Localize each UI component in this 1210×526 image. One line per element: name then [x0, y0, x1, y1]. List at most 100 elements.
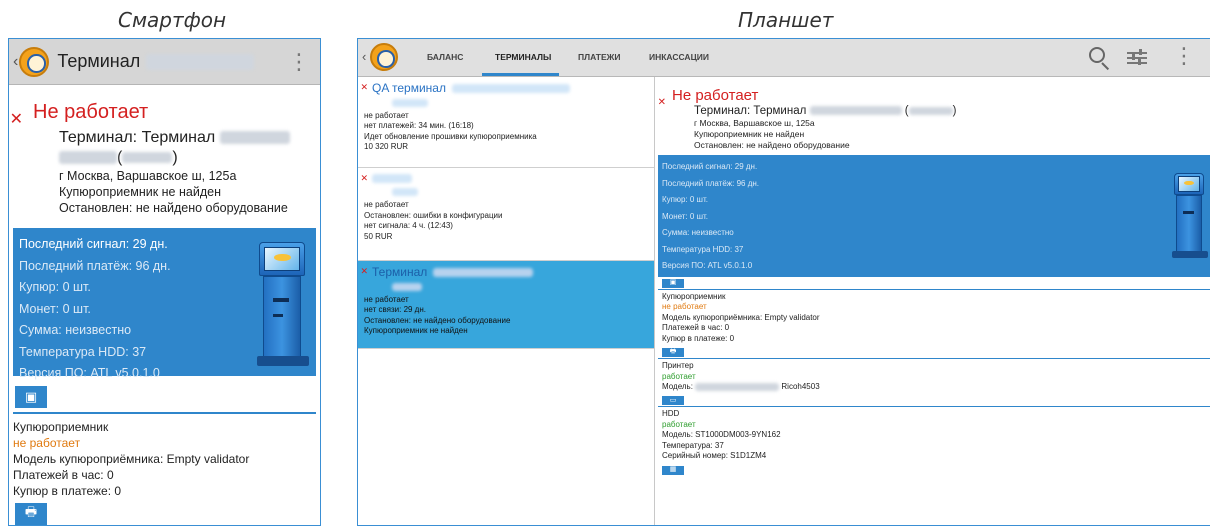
phone-header-title: Терминал	[57, 51, 141, 71]
list-item-line: нет платежей: 34 мин. (16:18)	[364, 121, 474, 130]
validator-per-hour: Платежей в час: 0	[662, 323, 730, 333]
stat-last-payment: Последний платёж: 96 дн.	[662, 178, 759, 188]
redacted-text	[122, 152, 173, 164]
terminal-label: Терминал: Терминал	[59, 129, 216, 146]
search-icon[interactable]	[1089, 47, 1111, 71]
redacted-text	[372, 174, 412, 183]
cash-validator-icon[interactable]: ▣	[662, 278, 684, 288]
redacted-text	[451, 83, 570, 93]
printer-icon[interactable]: 🖶	[15, 503, 47, 525]
stat-bills: Купюр: 0 шт.	[662, 195, 708, 204]
stop-reason: Остановлен: не найдено оборудование	[59, 201, 288, 215]
tab-balance[interactable]: БАЛАНС	[427, 52, 463, 62]
list-item-selected[interactable]: ✕ Терминал не работает нет связи: 29 дн.…	[358, 261, 654, 349]
tab-collections[interactable]: ИНКАССАЦИИ	[649, 52, 709, 62]
phone-status: ✕ Не работает	[9, 101, 149, 128]
address: г Москва, Варшавское ш, 125а	[59, 169, 237, 183]
detail-info: Терминал: Терминал () г Москва, Варшавск…	[658, 104, 1210, 151]
tablet-screen: ‹ БАЛАНС ТЕРМИНАЛЫ ПЛАТЕЖИ ИНКАССАЦИИ ⋮ …	[357, 38, 1210, 526]
hdd-name: HDD	[662, 409, 680, 419]
printer-model-label: Модель:	[662, 382, 693, 391]
back-chevron-icon[interactable]: ‹	[362, 49, 366, 64]
validator-per-hour: Платежей в час: 0	[13, 468, 114, 482]
filter-sliders-icon[interactable]	[1127, 48, 1147, 68]
redacted-text	[392, 98, 428, 107]
redacted-text	[392, 188, 418, 196]
printer-icon[interactable]: 🖶	[662, 348, 684, 357]
phone-caption: Смартфон	[118, 8, 227, 32]
redacted-text	[219, 131, 290, 145]
validator-per-payment: Купюр в платеже: 0	[662, 333, 735, 343]
validator-state-badge: не работает	[662, 302, 707, 312]
list-item-line: Купюроприемник не найден	[364, 326, 468, 335]
paren-close: )	[952, 105, 957, 117]
phone-details: Терминал: Терминал () г Москва, Варшавск…	[9, 124, 320, 216]
stat-version: Версия ПО: ATL v5.0.1.0	[662, 261, 753, 270]
list-item-line: Остановлен: не найдено оборудование	[364, 315, 511, 325]
printer-name: Принтер	[662, 361, 694, 370]
stats-panel: Последний сигнал: 29 дн. Последний платё…	[658, 155, 1210, 277]
list-item-title: QA терминал	[372, 81, 446, 95]
redacted-text	[908, 106, 953, 115]
list-item-line: Идет обновление прошивки купюроприемника	[364, 131, 537, 141]
list-item-line: 50 RUR	[364, 231, 393, 241]
paren-close: )	[172, 149, 178, 166]
back-chevron-icon[interactable]: ‹	[13, 53, 18, 71]
printer-module-row: 🖶	[9, 499, 320, 525]
redacted-text	[695, 382, 780, 391]
app-logo-icon[interactable]	[370, 43, 398, 71]
tab-terminals[interactable]: ТЕРМИНАЛЫ	[495, 52, 551, 62]
hdd-model: Модель: ST1000DM003-9YN162	[662, 430, 781, 440]
stat-hdd-temp: Температура HDD: 37	[662, 244, 744, 254]
validator-module: ▣ Купюроприемник не работает Модель купю…	[658, 277, 1210, 346]
stat-sum: Сумма: неизвестно	[662, 228, 734, 237]
printer-module: 🖶 Принтер работает Модель: Ricoh4503	[658, 346, 1210, 394]
hdd-icon[interactable]: ▭	[662, 396, 684, 406]
validator-model: Модель купюроприёмника: Empty validator	[662, 312, 820, 322]
list-item-title: Терминал	[372, 265, 428, 279]
stats-panel: Последний сигнал: 29 дн. Последний платё…	[13, 228, 316, 380]
tab-payments[interactable]: ПЛАТЕЖИ	[578, 52, 620, 62]
validator-model: Модель купюроприёмника: Empty validator	[13, 452, 250, 466]
validator-name: Купюроприемник	[662, 291, 726, 301]
overflow-menu-icon[interactable]: ⋮	[288, 51, 310, 73]
terminal-detail: ✕ Не работает Терминал: Терминал () г Мо…	[658, 77, 1210, 525]
cash-validator-icon[interactable]: ▣	[15, 386, 47, 408]
phone-app-bar: ‹ Терминал ⋮	[9, 39, 320, 85]
status-title: Не работает	[33, 101, 149, 123]
list-item-line: 10 320 RUR	[364, 142, 409, 151]
terminal-kiosk-icon	[1168, 173, 1208, 259]
overflow-menu-icon[interactable]: ⋮	[1173, 45, 1195, 67]
validator-name: Купюроприемник	[13, 420, 109, 434]
hdd-state-badge: работает	[662, 419, 696, 429]
hdd-serial: Серийный номер: S1D1ZM4	[662, 451, 767, 461]
terminal-list: ✕ QA терминал не работает нет платежей: …	[358, 77, 655, 525]
paren-open: (	[904, 105, 909, 117]
terminal-label: Терминал: Терминал	[694, 105, 807, 117]
list-item-line: нет связи: 29 дн.	[364, 305, 426, 314]
phone-screen: ‹ Терминал ⋮ ✕ Не работает Терминал: Тер…	[8, 38, 321, 526]
active-tab-indicator	[482, 73, 559, 76]
redacted-text	[809, 106, 902, 116]
redacted-text	[392, 282, 422, 291]
stop-reason: Остановлен: не найдено оборудование	[694, 140, 850, 150]
stat-last-signal: Последний сигнал: 29 дн.	[662, 162, 758, 171]
list-item[interactable]: ✕ не работает Остановлен: ошибки в конфи…	[358, 168, 654, 261]
module-icon[interactable]: ▦	[662, 465, 684, 475]
list-item[interactable]: ✕ QA терминал не работает нет платежей: …	[358, 77, 654, 168]
redacted-text	[433, 267, 534, 277]
app-logo-icon[interactable]	[19, 46, 50, 77]
status-title: Не работает	[672, 87, 759, 104]
address: г Москва, Варшавское ш, 125а	[694, 118, 815, 128]
validator-state: Купюроприемник не найден	[59, 185, 221, 199]
tablet-app-bar: ‹ БАЛАНС ТЕРМИНАЛЫ ПЛАТЕЖИ ИНКАССАЦИИ ⋮	[358, 39, 1210, 77]
list-item-line: нет сигнала: 4 ч. (12:43)	[364, 221, 453, 230]
printer-model-suffix: Ricoh4503	[781, 382, 820, 391]
validator-per-payment: Купюр в платеже: 0	[13, 484, 122, 498]
list-item-line: не работает	[364, 294, 409, 304]
validator-module: Купюроприемник не работает Модель купюро…	[9, 414, 320, 499]
terminal-kiosk-icon	[257, 242, 311, 367]
hdd-temp: Температура: 37	[662, 440, 724, 450]
validator-state: Купюроприемник не найден	[694, 129, 805, 139]
redacted-text	[59, 151, 117, 165]
